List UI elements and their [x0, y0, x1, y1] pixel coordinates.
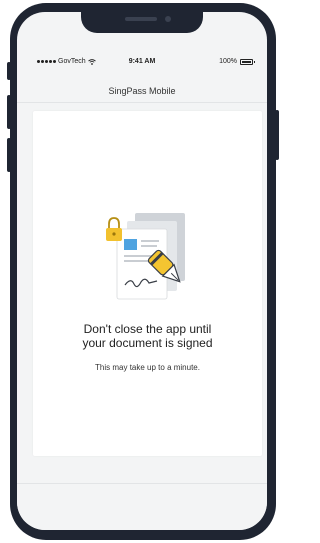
bottom-area [17, 458, 267, 530]
speaker-grille [125, 17, 157, 21]
headline-line-1: Don't close the app until [83, 322, 212, 336]
nav-divider [17, 102, 267, 103]
padlock-icon [106, 217, 122, 241]
phone-notch [81, 12, 203, 33]
signing-headline: Don't close the app until your document … [33, 322, 262, 350]
battery-icon [240, 58, 255, 65]
headline-line-2: your document is signed [82, 336, 213, 350]
nav-title: SingPass Mobile [108, 86, 176, 96]
signing-subtext: This may take up to a minute. [95, 363, 200, 372]
phone-screen: GovTech 9:41 AM 100% SingPass Mobile Don… [17, 12, 267, 530]
front-camera [165, 16, 171, 22]
bottom-divider [17, 483, 267, 484]
signing-status-card: Don't close the app until your document … [33, 111, 262, 456]
document-signing-icon [106, 213, 185, 300]
status-right: 100% [219, 58, 255, 65]
status-bar: GovTech 9:41 AM 100% [17, 58, 267, 70]
battery-percentage: 100% [219, 58, 237, 65]
stage: GovTech 9:41 AM 100% SingPass Mobile Don… [0, 0, 285, 543]
